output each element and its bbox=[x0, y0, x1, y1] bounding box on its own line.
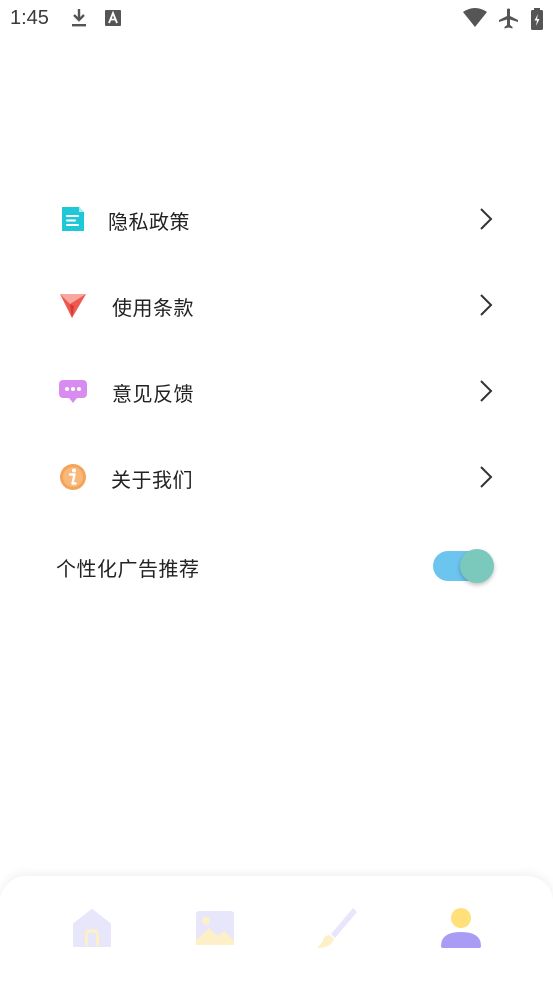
chevron-right-icon bbox=[480, 380, 493, 402]
document-icon bbox=[62, 207, 84, 231]
personalized-ads-toggle[interactable] bbox=[433, 549, 494, 583]
menu-item-feedback[interactable]: 意见反馈 bbox=[0, 360, 553, 420]
chevron-right-icon bbox=[480, 466, 493, 488]
menu-item-label: 意见反馈 bbox=[112, 382, 194, 406]
chevron-right-icon bbox=[480, 294, 493, 316]
nav-home-icon[interactable] bbox=[68, 904, 116, 952]
toggle-knob bbox=[460, 549, 494, 583]
menu-item-label: 关于我们 bbox=[111, 468, 193, 492]
status-time: 1:45 bbox=[10, 7, 49, 29]
download-icon bbox=[72, 9, 86, 27]
menu-item-label: 隐私政策 bbox=[108, 210, 190, 234]
info-icon bbox=[60, 464, 86, 490]
font-a-icon bbox=[105, 10, 121, 26]
nav-image-icon[interactable] bbox=[191, 904, 239, 952]
personalized-ads-row: 个性化广告推荐 bbox=[0, 537, 553, 597]
chat-bubble-icon bbox=[59, 380, 87, 403]
menu-item-terms-of-use[interactable]: 使用条款 bbox=[0, 274, 553, 334]
chevron-right-icon bbox=[480, 208, 493, 230]
bottom-nav bbox=[0, 876, 553, 983]
paper-plane-icon bbox=[60, 294, 86, 318]
status-bar: 1:45 bbox=[0, 0, 553, 38]
nav-brush-icon[interactable] bbox=[311, 904, 359, 952]
nav-profile-icon[interactable] bbox=[437, 904, 485, 952]
menu-item-privacy-policy[interactable]: 隐私政策 bbox=[0, 188, 553, 248]
airplane-icon bbox=[499, 8, 518, 29]
menu-item-about-us[interactable]: 关于我们 bbox=[0, 446, 553, 506]
battery-charging-icon bbox=[531, 8, 543, 30]
menu-item-label: 使用条款 bbox=[112, 296, 194, 320]
personalized-ads-label: 个性化广告推荐 bbox=[56, 557, 200, 581]
wifi-icon bbox=[463, 8, 487, 27]
